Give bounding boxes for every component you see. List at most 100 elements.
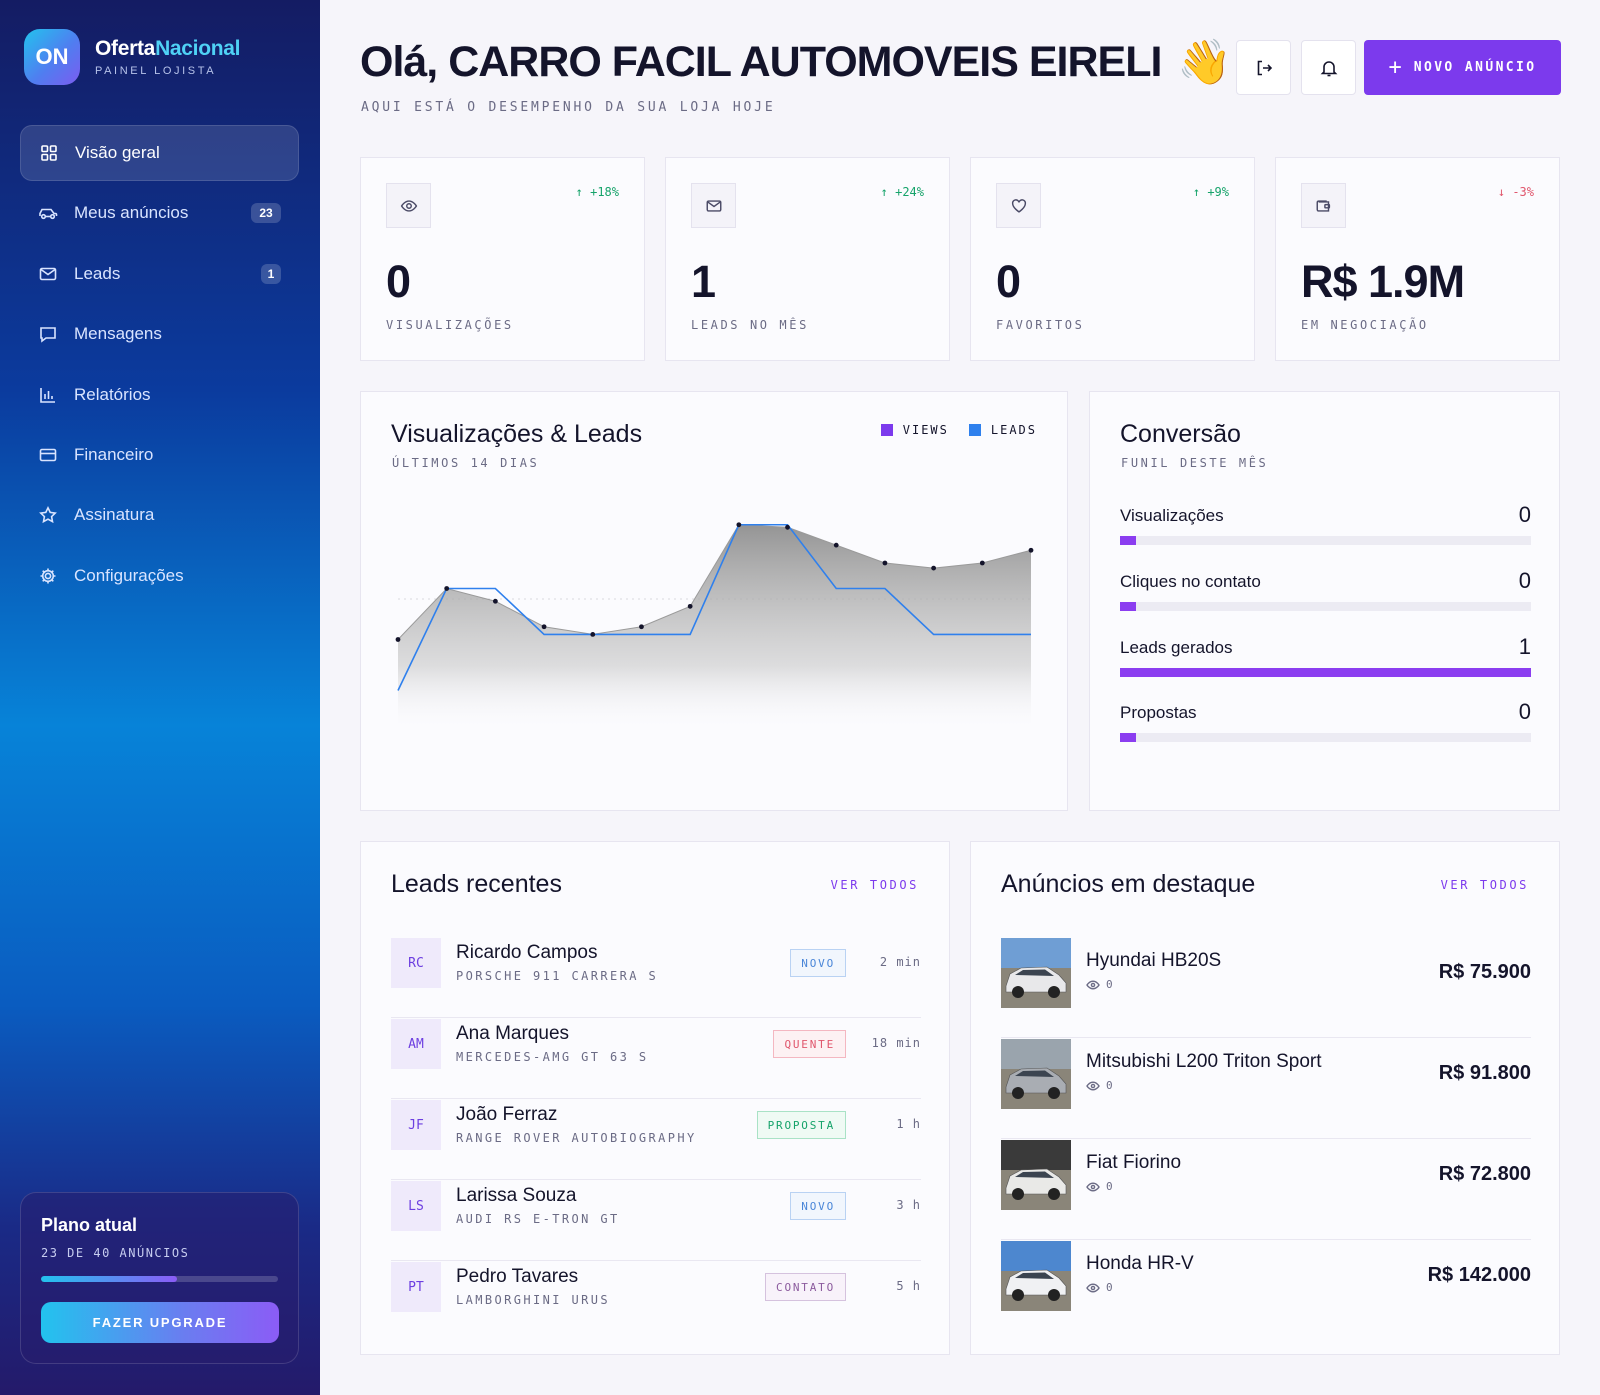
stat-card-leads: ↑ +24% 1 LEADS NO MÊS — [665, 157, 950, 361]
stat-delta: ↑ +18% — [575, 185, 619, 199]
featured-ads-card: Anúncios em destaque VER TODOS Hyundai H… — [970, 841, 1560, 1355]
views-point[interactable] — [882, 560, 888, 566]
funnel-bar — [1120, 733, 1531, 742]
car-photo — [1001, 1241, 1071, 1311]
car-wheel — [1012, 1087, 1024, 1099]
funnel-row-views: Visualizações 0 — [1120, 502, 1531, 545]
conversion-subtitle: FUNIL DESTE MÊS — [1121, 456, 1269, 470]
plus-icon: + — [1388, 55, 1402, 80]
heart-icon — [996, 183, 1041, 228]
notifications-button[interactable] — [1301, 40, 1356, 95]
stat-delta: ↑ +24% — [880, 185, 924, 199]
sidebar-item-relatorios[interactable]: Relatórios — [20, 367, 299, 423]
funnel-bar-fill — [1120, 602, 1137, 611]
sidebar-item-label: Mensagens — [74, 324, 162, 344]
brand[interactable]: ON OfertaNacional PAINEL LOJISTA — [24, 29, 241, 85]
list-item[interactable]: Mitsubishi L200 Triton Sport 0 R$ 91.800 — [1001, 1039, 1531, 1139]
funnel-value: 0 — [1518, 568, 1531, 593]
avatar: RC — [391, 938, 441, 988]
sidebar-item-label: Visão geral — [75, 143, 160, 162]
car-photo — [1001, 1039, 1071, 1109]
chat-icon — [38, 324, 58, 344]
leads-see-all-link[interactable]: VER TODOS — [831, 878, 919, 892]
table-row[interactable]: PT Pedro Tavares LAMBORGHINI URUS CONTAT… — [391, 1262, 921, 1342]
views-point[interactable] — [687, 603, 693, 609]
sidebar-item-mensagens[interactable]: Mensagens — [20, 306, 299, 362]
brand-name: OfertaNacional — [95, 37, 241, 60]
views-point[interactable] — [931, 565, 937, 571]
brand-subtitle: PAINEL LOJISTA — [95, 65, 217, 77]
eye-icon — [1086, 1181, 1100, 1192]
ad-price: R$ 142.000 — [1427, 1264, 1531, 1286]
car-wheel — [1012, 1289, 1024, 1301]
views-point[interactable] — [639, 624, 644, 630]
new-ad-button[interactable]: + NOVO ANÚNCIO — [1364, 40, 1561, 95]
stat-card-negotiation: ↓ -3% R$ 1.9M EM NEGOCIAÇÃO — [1275, 157, 1560, 361]
views-point[interactable] — [785, 524, 790, 530]
card-icon — [38, 445, 58, 465]
stat-value: R$ 1.9M — [1301, 256, 1465, 307]
views-point[interactable] — [1028, 547, 1034, 553]
ad-name: Honda HR-V — [1086, 1253, 1194, 1274]
table-row[interactable]: JF João Ferraz RANGE ROVER AUTOBIOGRAPHY… — [391, 1100, 921, 1180]
sidebar-item-meus-anuncios[interactable]: Meus anúncios 23 — [20, 185, 299, 241]
status-badge: NOVO — [790, 949, 846, 977]
sidebar-item-leads[interactable]: Leads 1 — [20, 246, 299, 302]
logout-button[interactable] — [1236, 40, 1291, 95]
list-item[interactable]: Honda HR-V 0 R$ 142.000 — [1001, 1241, 1531, 1341]
recent-leads-title: Leads recentes — [391, 870, 562, 898]
ad-views: 0 — [1086, 1079, 1113, 1092]
car-wheel — [1048, 1289, 1060, 1301]
car-wheel — [1048, 1087, 1060, 1099]
wallet-icon — [1301, 183, 1346, 228]
avatar: JF — [391, 1100, 441, 1150]
stat-label: LEADS NO MÊS — [691, 318, 809, 332]
list-item[interactable]: Fiat Fiorino 0 R$ 72.800 — [1001, 1140, 1531, 1240]
photo-background — [1001, 1039, 1071, 1069]
lead-time: 5 h — [896, 1279, 921, 1293]
views-point[interactable] — [492, 598, 498, 604]
ad-price: R$ 72.800 — [1438, 1163, 1531, 1185]
photo-background — [1001, 1241, 1071, 1271]
plan-progress-fill — [41, 1276, 178, 1282]
lead-time: 1 h — [896, 1117, 921, 1131]
table-row[interactable]: RC Ricardo Campos PORSCHE 911 CARRERA S … — [391, 938, 921, 1018]
lead-name: Pedro Tavares — [456, 1266, 579, 1287]
views-point[interactable] — [833, 542, 839, 548]
eye-icon — [1086, 979, 1100, 990]
lead-car: LAMBORGHINI URUS — [456, 1293, 610, 1307]
views-point[interactable] — [444, 586, 450, 591]
plan-progress-bar — [41, 1276, 278, 1282]
views-point[interactable] — [979, 560, 985, 566]
ad-views: 0 — [1086, 978, 1113, 991]
logout-icon — [1257, 60, 1272, 75]
table-row[interactable]: AM Ana Marques MERCEDES-AMG GT 63 S QUEN… — [391, 1019, 921, 1099]
status-badge: NOVO — [790, 1192, 846, 1220]
stat-delta: ↓ -3% — [1497, 185, 1534, 199]
avatar: LS — [391, 1181, 441, 1231]
lead-car: RANGE ROVER AUTOBIOGRAPHY — [456, 1131, 697, 1145]
brand-logo: ON — [24, 29, 80, 85]
featured-ads-title: Anúncios em destaque — [1001, 870, 1256, 898]
sidebar-item-financeiro[interactable]: Financeiro — [20, 427, 299, 483]
lead-name: Larissa Souza — [456, 1185, 577, 1206]
table-row[interactable]: LS Larissa Souza AUDI RS E-TRON GT NOVO … — [391, 1181, 921, 1261]
page-title: Olá, CARRO FACIL AUTOMOVEIS EIRELI 👋 — [360, 37, 1232, 88]
views-point[interactable] — [541, 624, 547, 630]
views-point[interactable] — [395, 637, 401, 642]
upgrade-button[interactable]: FAZER UPGRADE — [41, 1302, 279, 1343]
avatar: PT — [391, 1262, 441, 1312]
stat-label: FAVORITOS — [996, 318, 1085, 332]
list-item[interactable]: Hyundai HB20S 0 R$ 75.900 — [1001, 938, 1531, 1038]
views-point[interactable] — [590, 632, 596, 637]
sidebar-item-assinatura[interactable]: Assinatura — [20, 487, 299, 543]
sidebar-item-configuracoes[interactable]: Configurações — [20, 548, 299, 604]
funnel-row-leads: Leads gerados 1 — [1120, 634, 1531, 677]
stat-value: 0 — [386, 256, 411, 307]
sidebar-item-visao-geral[interactable]: Visão geral — [20, 125, 299, 181]
ads-see-all-link[interactable]: VER TODOS — [1441, 878, 1529, 892]
plan-title: Plano atual — [41, 1215, 138, 1235]
lead-time: 2 min — [879, 955, 921, 969]
sidebar-item-label: Configurações — [74, 565, 184, 585]
views-point[interactable] — [736, 522, 742, 528]
